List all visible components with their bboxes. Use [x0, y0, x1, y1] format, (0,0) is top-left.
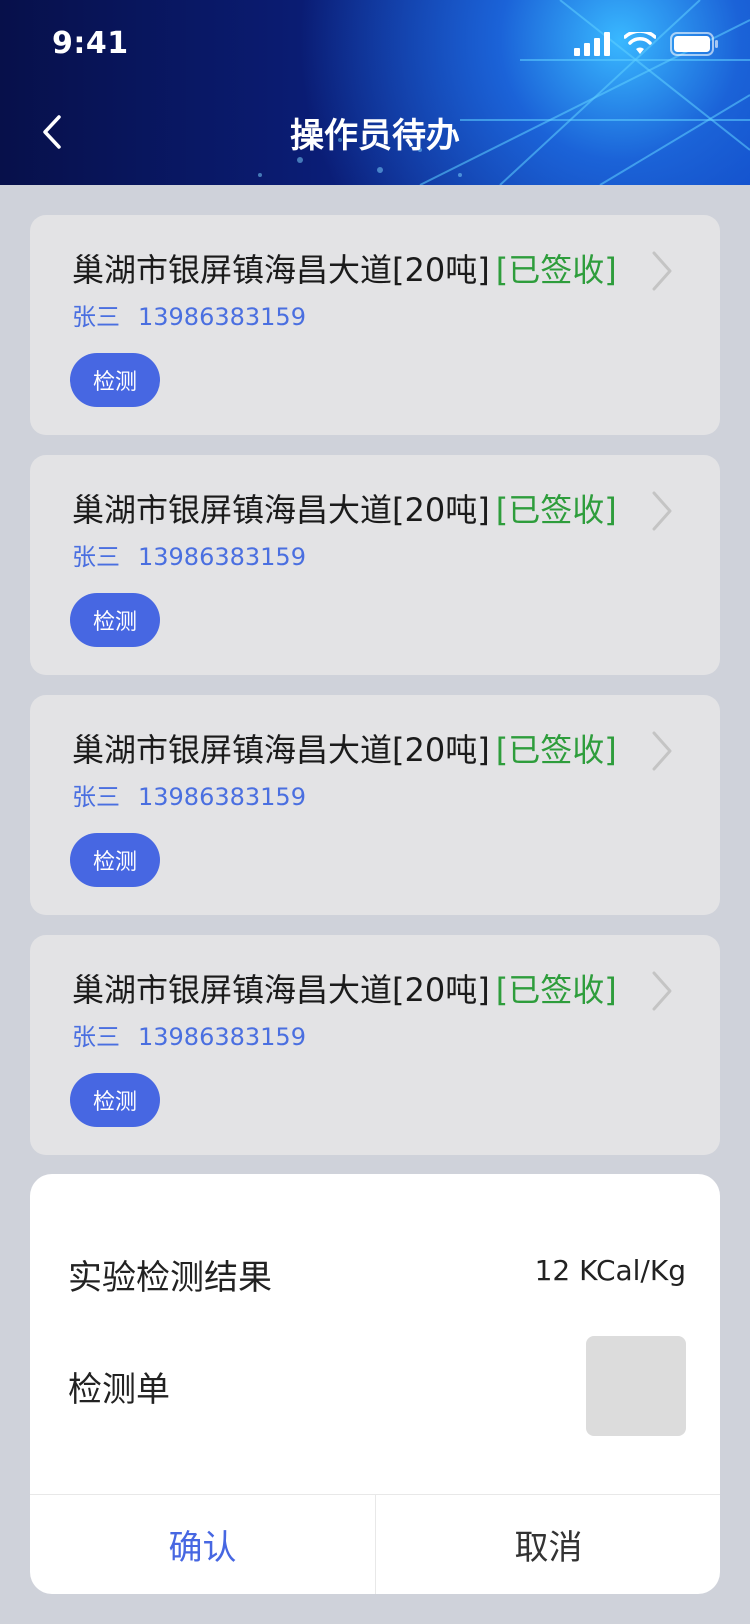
nav-bar: 操作员待办: [0, 92, 750, 172]
task-address: 巢湖市银屏镇海昌大道[20吨] [已签收]: [72, 245, 617, 291]
contact-name: 张三: [72, 783, 120, 811]
task-list: 巢湖市银屏镇海昌大道[20吨] [已签收] 张三 13986383159 检测 巢湖…: [30, 215, 720, 1175]
detect-button[interactable]: 检测: [70, 833, 160, 887]
cancel-button[interactable]: 取消: [376, 1495, 720, 1594]
form-image-thumbnail[interactable]: [586, 1336, 686, 1436]
page-title: 操作员待办: [290, 116, 460, 156]
task-address: 巢湖市银屏镇海昌大道[20吨] [已签收]: [72, 485, 617, 531]
task-address-text: 巢湖市银屏镇海昌大道[20吨]: [72, 251, 490, 289]
task-contact: 张三 13986383159: [72, 1017, 306, 1052]
result-dialog: 实验检测结果 12 KCal/Kg 检测单 确认 取消: [30, 1174, 720, 1594]
task-address-text: 巢湖市银屏镇海昌大道[20吨]: [72, 731, 490, 769]
task-status: [已签收]: [495, 971, 617, 1009]
status-bar: 9:41: [0, 0, 750, 90]
detect-button[interactable]: 检测: [70, 353, 160, 407]
contact-name: 张三: [72, 303, 120, 331]
screen: 9:41 操作员待办 巢湖市银屏镇海昌大道[20吨] [已签收] 张三 1398…: [0, 0, 750, 1624]
task-status: [已签收]: [495, 731, 617, 769]
contact-phone: 13986383159: [138, 783, 306, 811]
contact-phone: 13986383159: [138, 543, 306, 571]
task-contact: 张三 13986383159: [72, 537, 306, 572]
detect-button[interactable]: 检测: [70, 593, 160, 647]
confirm-button[interactable]: 确认: [30, 1495, 375, 1594]
task-address-text: 巢湖市银屏镇海昌大道[20吨]: [72, 971, 490, 1009]
task-address: 巢湖市银屏镇海昌大道[20吨] [已签收]: [72, 965, 617, 1011]
chevron-right-icon: [652, 491, 672, 531]
chevron-right-icon: [652, 731, 672, 771]
status-icons: [574, 30, 718, 58]
chevron-right-icon: [652, 971, 672, 1011]
signal-icon: [574, 32, 610, 56]
header: 9:41 操作员待办: [0, 0, 750, 185]
wifi-icon: [624, 32, 656, 54]
task-status: [已签收]: [495, 491, 617, 529]
task-address-text: 巢湖市银屏镇海昌大道[20吨]: [72, 491, 490, 529]
task-status: [已签收]: [495, 251, 617, 289]
status-time: 9:41: [52, 26, 129, 61]
contact-phone: 13986383159: [138, 303, 306, 331]
task-contact: 张三 13986383159: [72, 777, 306, 812]
task-card[interactable]: 巢湖市银屏镇海昌大道[20吨] [已签收] 张三 13986383159 检测: [30, 935, 720, 1155]
detect-button[interactable]: 检测: [70, 1073, 160, 1127]
chevron-right-icon: [652, 251, 672, 291]
battery-icon: [670, 32, 718, 56]
form-label: 检测单: [68, 1370, 170, 1410]
contact-name: 张三: [72, 1023, 120, 1051]
task-card[interactable]: 巢湖市银屏镇海昌大道[20吨] [已签收] 张三 13986383159 检测: [30, 455, 720, 675]
task-card[interactable]: 巢湖市银屏镇海昌大道[20吨] [已签收] 张三 13986383159 检测: [30, 215, 720, 435]
contact-name: 张三: [72, 543, 120, 571]
result-label: 实验检测结果: [68, 1258, 272, 1298]
task-card[interactable]: 巢湖市银屏镇海昌大道[20吨] [已签收] 张三 13986383159 检测: [30, 695, 720, 915]
result-value: 12 KCal/Kg: [534, 1254, 686, 1287]
task-contact: 张三 13986383159: [72, 297, 306, 332]
task-address: 巢湖市银屏镇海昌大道[20吨] [已签收]: [72, 725, 617, 771]
contact-phone: 13986383159: [138, 1023, 306, 1051]
